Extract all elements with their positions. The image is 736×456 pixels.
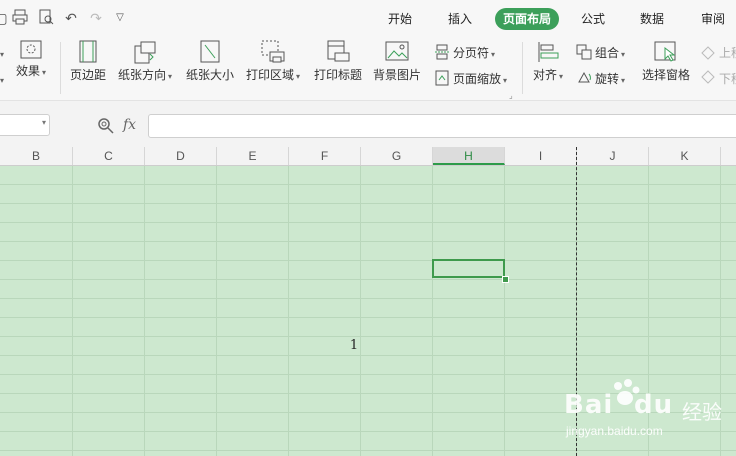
- background-image-icon: [385, 41, 409, 61]
- bring-forward-button[interactable]: 上移: [700, 44, 736, 61]
- column-header-l[interactable]: [721, 147, 736, 165]
- background-image-label: 背景图片: [372, 68, 421, 82]
- column-header-b[interactable]: B: [0, 147, 73, 165]
- function-icon[interactable]: fx: [123, 117, 136, 133]
- group-button[interactable]: 组合 ▾: [576, 44, 625, 63]
- ribbon-tabs: 开始 插入 页面布局 公式 数据 审阅: [0, 8, 736, 30]
- effects-button[interactable]: 效果 ▾: [13, 40, 49, 80]
- column-header-d[interactable]: D: [145, 147, 217, 165]
- title-bar: ▢ ↶ ↷ ▽ 开始 插入 页面布局 公式 数据 审阅: [0, 0, 736, 36]
- print-titles-label: 打印标题: [313, 68, 362, 82]
- watermark-brand: Bai: [564, 390, 614, 420]
- bring-forward-icon: [701, 46, 715, 60]
- page-scale-button[interactable]: 页面缩放 ▾: [434, 70, 507, 89]
- rotate-icon: [578, 71, 591, 83]
- divider: [60, 42, 61, 94]
- orientation-icon: [134, 41, 156, 64]
- watermark-du: du: [634, 390, 674, 420]
- tab-home[interactable]: 开始: [380, 8, 420, 30]
- align-label: 对齐: [532, 68, 557, 82]
- tab-formulas[interactable]: 公式: [573, 8, 613, 30]
- align-icon: [538, 42, 559, 62]
- rotate-button[interactable]: 旋转 ▾: [576, 70, 625, 89]
- tab-page-layout[interactable]: 页面布局: [495, 8, 560, 30]
- send-backward-label: 下移: [719, 72, 736, 86]
- theme-colors-caret[interactable]: ▾: [0, 45, 4, 63]
- selection-pane-icon: [654, 41, 676, 62]
- watermark-url: jingyan.baidu.com: [566, 424, 663, 438]
- print-titles-icon: [327, 40, 350, 62]
- orientation-label: 纸张方向: [117, 68, 166, 82]
- watermark-jingyan: 经验: [682, 402, 722, 424]
- margins-icon: [79, 40, 97, 63]
- chevron-down-icon[interactable]: ▾: [42, 118, 46, 127]
- column-header-i[interactable]: I: [505, 147, 577, 165]
- rotate-label: 旋转: [595, 72, 620, 86]
- column-header-c[interactable]: C: [73, 147, 145, 165]
- column-header-g[interactable]: G: [361, 147, 433, 165]
- name-box[interactable]: ▾: [0, 114, 50, 136]
- selection-pane-label: 选择窗格: [641, 68, 690, 82]
- effects-icon: [20, 40, 42, 59]
- cell-value[interactable]: 1: [340, 338, 368, 353]
- send-backward-button[interactable]: 下移: [700, 70, 736, 87]
- divider: [522, 42, 523, 94]
- align-button[interactable]: 对齐 ▾: [530, 40, 566, 84]
- ribbon-toolbar: ▾ ▾ 效果 ▾ 页边距 纸张方向 ▾ 纸张大小 打印区域 ▾ 打印标题 背景图片 分…: [0, 36, 736, 101]
- paper-size-button[interactable]: 纸张大小: [185, 40, 235, 82]
- tab-data[interactable]: 数据: [632, 8, 672, 30]
- print-area-label: 打印区域: [245, 68, 294, 82]
- page-break-label: 分页符: [453, 46, 490, 60]
- page-break-icon: [435, 44, 449, 60]
- formula-bar: ▾ fx: [0, 101, 736, 148]
- group-icon: [576, 44, 592, 60]
- print-titles-button[interactable]: 打印标题: [313, 40, 363, 82]
- zoom-icon[interactable]: [97, 117, 115, 138]
- theme-fonts-caret[interactable]: ▾: [0, 71, 4, 89]
- page-break-button[interactable]: 分页符 ▾: [434, 44, 495, 63]
- formula-input[interactable]: [148, 114, 736, 138]
- column-headers: B C D E F G H I J K: [0, 147, 736, 166]
- effects-label: 效果: [15, 64, 40, 78]
- paper-size-icon: [200, 40, 220, 63]
- margins-button[interactable]: 页边距: [68, 40, 108, 82]
- fill-handle[interactable]: [502, 276, 509, 283]
- background-image-button[interactable]: 背景图片: [372, 40, 422, 82]
- group-label: 组合: [595, 46, 620, 60]
- send-backward-icon: [701, 70, 715, 84]
- selected-cell[interactable]: [432, 259, 505, 278]
- column-header-f[interactable]: F: [289, 147, 361, 165]
- margins-label: 页边距: [69, 68, 106, 82]
- tab-review[interactable]: 审阅: [693, 8, 733, 30]
- column-header-j[interactable]: J: [577, 147, 649, 165]
- selection-pane-button[interactable]: 选择窗格: [641, 40, 691, 82]
- baidu-jingyan-watermark: Bai du 经验 jingyan.baidu.com: [562, 378, 732, 448]
- column-header-k[interactable]: K: [649, 147, 721, 165]
- page-scale-icon: [435, 70, 449, 86]
- print-area-button[interactable]: 打印区域 ▾: [244, 40, 302, 84]
- tab-insert[interactable]: 插入: [440, 8, 480, 30]
- page-scale-label: 页面缩放: [453, 72, 502, 86]
- paper-size-label: 纸张大小: [185, 68, 234, 82]
- column-header-e[interactable]: E: [217, 147, 289, 165]
- orientation-button[interactable]: 纸张方向 ▾: [116, 40, 174, 84]
- print-area-icon: [261, 40, 285, 63]
- bring-forward-label: 上移: [719, 46, 736, 60]
- column-header-h[interactable]: H: [433, 147, 505, 165]
